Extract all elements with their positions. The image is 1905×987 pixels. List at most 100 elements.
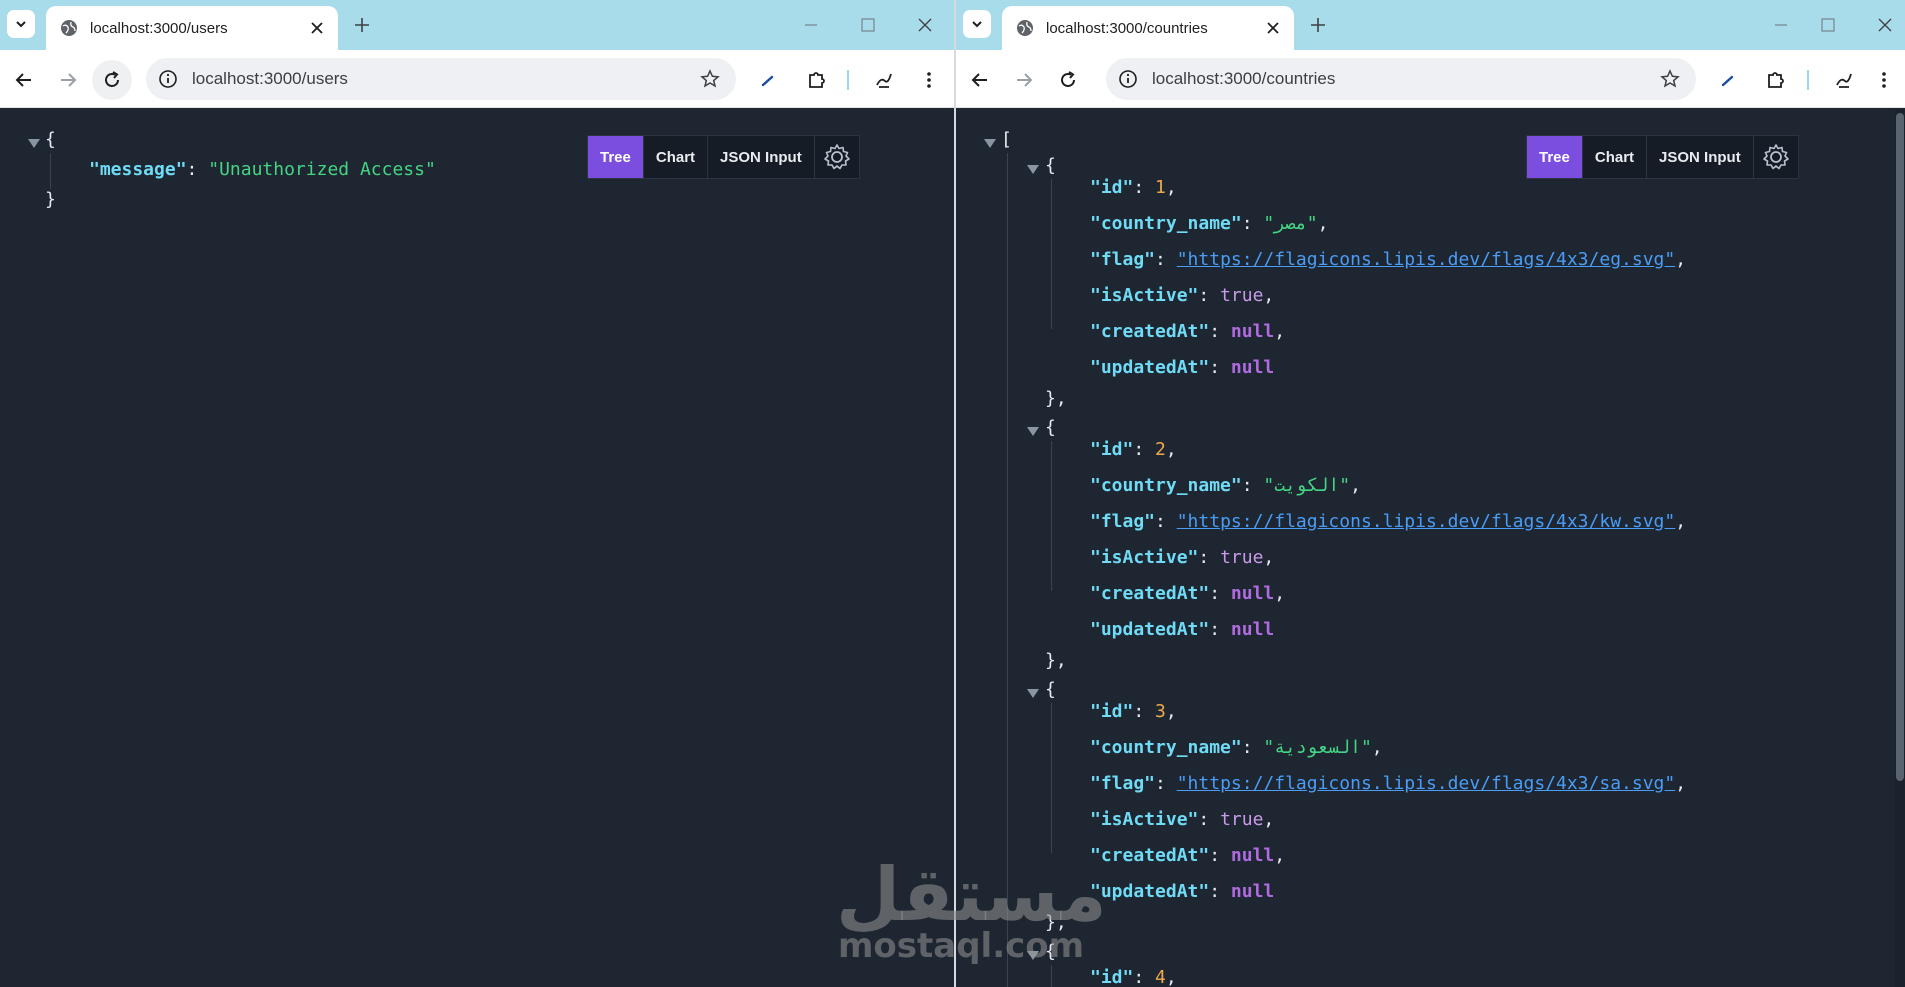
tab-users[interactable]: localhost:3000/users [46, 6, 338, 50]
json-line-flag: "flag": "https://flagicons.lipis.dev/fla… [1090, 249, 1687, 270]
json-boolean-value: true [1220, 809, 1264, 830]
json-string-value: "السعودية" [1263, 737, 1372, 758]
minimize-icon [1775, 24, 1787, 26]
json-line-id: "id": 2, [1090, 439, 1177, 460]
close-tab-icon[interactable] [308, 19, 326, 37]
json-number-value: 3 [1155, 701, 1166, 722]
toolbar-separator [847, 70, 849, 90]
minimize-button[interactable] [1770, 14, 1792, 36]
close-window-button[interactable] [914, 14, 936, 36]
json-line-created-at: "createdAt": null, [1090, 583, 1286, 604]
new-tab-button[interactable] [1306, 13, 1330, 37]
tree-view-button[interactable]: Tree [1527, 136, 1583, 178]
menu-button[interactable] [1870, 66, 1898, 94]
close-icon [1878, 18, 1892, 32]
more-vertical-icon [1882, 72, 1886, 88]
close-window-button[interactable] [1874, 14, 1896, 36]
vertical-scrollbar[interactable] [1895, 109, 1905, 987]
forward-button[interactable] [1010, 66, 1038, 94]
collapse-toggle[interactable] [1027, 427, 1039, 436]
close-icon [918, 18, 932, 32]
json-string-value: "Unauthorized Access" [208, 159, 436, 180]
profile-extension-button[interactable] [870, 66, 898, 94]
tab-search-button[interactable] [7, 10, 35, 38]
settings-button[interactable] [815, 136, 859, 178]
chevron-down-icon [16, 21, 26, 28]
json-boolean-value: true [1220, 547, 1264, 568]
pen-icon [1721, 75, 1734, 87]
json-object-open: { [1045, 941, 1056, 962]
json-url-link[interactable]: "https://flagicons.lipis.dev/flags/4x3/k… [1177, 511, 1676, 532]
collapse-toggle[interactable] [28, 139, 40, 148]
scrollbar-thumb[interactable] [1896, 113, 1904, 781]
tree-view-button[interactable]: Tree [588, 136, 644, 178]
json-line-updated-at: "updatedAt": null [1090, 619, 1275, 640]
json-line-created-at: "createdAt": null, [1090, 845, 1286, 866]
json-object-close: }, [1045, 650, 1067, 671]
minimize-button[interactable] [800, 14, 822, 36]
indent-guide [1051, 441, 1052, 591]
collapse-toggle[interactable] [1027, 165, 1039, 174]
json-url-link[interactable]: "https://flagicons.lipis.dev/flags/4x3/s… [1177, 773, 1676, 794]
tab-search-button[interactable] [963, 10, 991, 38]
new-tab-button[interactable] [350, 13, 374, 37]
collapse-toggle[interactable] [984, 139, 996, 148]
settings-button[interactable] [1754, 136, 1798, 178]
profile-extension-button[interactable] [1830, 66, 1858, 94]
address-bar[interactable]: localhost:3000/countries [1106, 58, 1696, 100]
arrow-left-icon [15, 73, 31, 87]
json-viewer-content: [ { "id": 1, "country_name": "مصر", "fla… [956, 109, 1905, 987]
json-input-button[interactable]: JSON Input [708, 136, 815, 178]
json-line-is-active: "isActive": true, [1090, 809, 1275, 830]
maximize-icon [861, 18, 875, 32]
view-mode-toolbar: Tree Chart JSON Input [1526, 135, 1799, 179]
chart-view-button[interactable]: Chart [644, 136, 709, 178]
collapse-toggle[interactable] [1027, 689, 1039, 698]
json-line-id: "id": 4, [1090, 967, 1177, 987]
pen-extension-button[interactable] [754, 66, 782, 94]
address-url: localhost:3000/countries [1152, 69, 1336, 88]
reload-button[interactable] [1054, 66, 1082, 94]
menu-button[interactable] [915, 66, 943, 94]
close-tab-icon[interactable] [1264, 19, 1282, 37]
tab-countries[interactable]: localhost:3000/countries [1002, 6, 1294, 50]
reload-icon [1061, 71, 1075, 87]
collapse-toggle[interactable] [1027, 951, 1039, 960]
globe-icon [1016, 19, 1034, 37]
chart-view-button[interactable]: Chart [1583, 136, 1648, 178]
extensions-button[interactable] [803, 66, 831, 94]
plus-icon [1311, 18, 1325, 32]
json-number-value: 2 [1155, 439, 1166, 460]
json-boolean-value: true [1220, 285, 1264, 306]
address-bar[interactable]: localhost:3000/users [146, 58, 736, 100]
reload-button[interactable] [92, 60, 132, 100]
back-button[interactable] [10, 66, 38, 94]
site-info-icon[interactable] [158, 69, 178, 89]
json-line-flag: "flag": "https://flagicons.lipis.dev/fla… [1090, 773, 1687, 794]
json-line-country-name: "country_name": "السعودية", [1090, 737, 1383, 758]
json-line-is-active: "isActive": true, [1090, 547, 1275, 568]
bookmark-star-icon[interactable] [1660, 69, 1680, 89]
maximize-button[interactable] [857, 14, 879, 36]
extensions-button[interactable] [1762, 66, 1790, 94]
maximize-button[interactable] [1817, 14, 1839, 36]
json-null-value: null [1230, 845, 1275, 866]
json-url-link[interactable]: "https://flagicons.lipis.dev/flags/4x3/e… [1177, 249, 1676, 270]
reload-icon [105, 71, 119, 87]
forward-button[interactable] [54, 66, 82, 94]
back-button[interactable] [966, 66, 994, 94]
json-open-bracket: [ [1001, 129, 1012, 150]
indent-guide [50, 153, 51, 189]
site-info-icon[interactable] [1118, 69, 1138, 89]
json-open-brace: { [45, 129, 56, 150]
chevron-down-icon [972, 21, 982, 28]
arrow-right-icon [1017, 73, 1033, 87]
pen-icon [761, 75, 774, 87]
tab-strip: localhost:3000/users [0, 0, 954, 50]
json-number-value: 4 [1155, 967, 1166, 987]
pen-extension-button[interactable] [1714, 66, 1742, 94]
maximize-icon [1821, 18, 1835, 32]
bookmark-star-icon[interactable] [700, 69, 720, 89]
json-input-button[interactable]: JSON Input [1647, 136, 1754, 178]
indent-guide [1051, 703, 1052, 853]
